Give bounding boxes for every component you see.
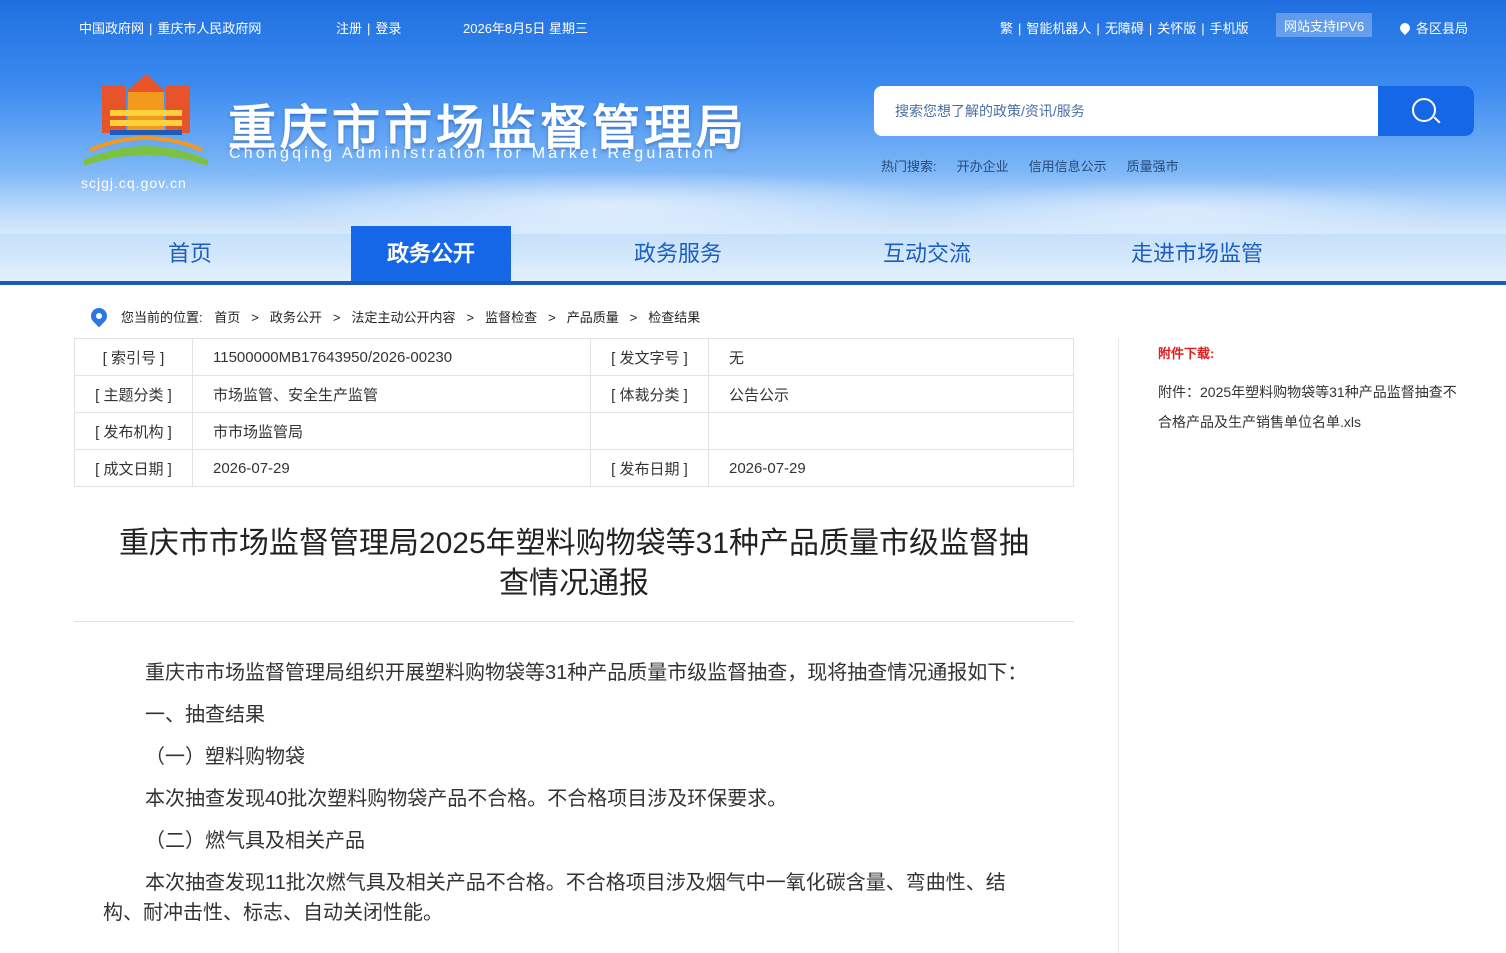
accessibility-link[interactable]: 无障碍 [1105,21,1144,36]
breadcrumb-label: 您当前的位置: [121,310,203,325]
breadcrumb-item[interactable]: 产品质量 [567,310,619,325]
site-url: scjgj.cq.gov.cn [81,175,187,191]
hot-search-item[interactable]: 质量强市 [1127,159,1179,174]
article-body: 重庆市市场监督管理局组织开展塑料购物袋等31种产品质量市级监督抽查，现将抽查情况… [103,658,1043,940]
meta-value: 2026-07-29 [708,449,1074,487]
table-row: [ 主题分类 ] 市场监管、安全生产监管 [ 体裁分类 ] 公告公示 [74,375,1074,413]
hot-searches: 热门搜索: 开办企业 信用信息公示 质量强市 [881,156,1199,175]
document-metadata-table: [ 索引号 ] 11500000MB17643950/2026-00230 [ … [74,338,1074,487]
district-bureaus-link[interactable]: 各区县局 [1397,18,1469,37]
meta-value: 市市场监管局 [192,412,591,450]
title-divider [74,621,1074,622]
subsection-heading: （二）燃气具及相关产品 [145,830,365,852]
breadcrumb-item[interactable]: 法定主动公开内容 [351,310,455,325]
section-heading: 一、抽查结果 [145,704,265,726]
table-row: [ 发布机构 ] 市市场监管局 [74,412,1074,450]
gov-cn-link[interactable]: 中国政府网 [79,21,144,36]
article-paragraph: 重庆市市场监督管理局组织开展塑料购物袋等31种产品质量市级监督抽查，现将抽查情况… [145,662,1028,684]
attachment-download-link[interactable]: 附件：2025年塑料购物袋等31种产品监督抽查不合格产品及生产销售单位名单.xl… [1158,377,1468,437]
meta-value: 公告公示 [708,375,1074,413]
nav-about-regulation[interactable]: 走进市场监管 [1115,226,1279,282]
top-utility-bar: 中国政府网 | 重庆市人民政府网 注册 | 登录 2026年8月5日 星期三 繁 | 智能机… [0,13,1506,38]
article-title-line: 重庆市市场监督管理局2025年塑料购物袋等31种产品质量市级监督抽 [118,527,1030,560]
article-paragraph: 本次抽查发现11批次燃气具及相关产品不合格。不合格项目涉及烟气中一氧化碳含量、弯… [103,872,1006,924]
meta-value: 2026-07-29 [192,449,591,487]
bureau-logo-icon[interactable] [80,70,212,180]
auth-links: 注册 | 登录 [336,21,402,36]
meta-value: 市场监管、安全生产监管 [192,375,591,413]
accessibility-links: 繁 | 智能机器人 | 无障碍 | 关怀版 | 手机版 [1000,21,1249,36]
breadcrumb-item[interactable]: 检查结果 [648,310,700,325]
breadcrumb-item[interactable]: 监督检查 [485,310,537,325]
ipv6-badge: 网站支持IPV6 [1276,13,1373,37]
meta-key: [ 成文日期 ] [74,449,193,487]
table-row: [ 成文日期 ] 2026-07-29 [ 发布日期 ] 2026-07-29 [74,449,1074,487]
table-row: [ 索引号 ] 11500000MB17643950/2026-00230 [ … [74,338,1074,376]
current-date: 2026年8月5日 星期三 [463,21,588,36]
meta-value: 11500000MB17643950/2026-00230 [192,338,591,376]
login-link[interactable]: 登录 [375,21,401,36]
article-title-line: 查情况通报 [499,567,649,600]
meta-key: [ 主题分类 ] [74,375,193,413]
search-button[interactable] [1378,86,1474,136]
meta-key: [ 发布日期 ] [590,449,709,487]
external-links: 中国政府网 | 重庆市人民政府网 [79,21,262,36]
search-box [874,86,1474,136]
nav-divider [0,281,1506,285]
hot-search-item[interactable]: 信用信息公示 [1029,159,1107,174]
hot-search-item[interactable]: 开办企业 [957,159,1009,174]
search-input[interactable] [874,86,1378,136]
meta-key: [ 体裁分类 ] [590,375,709,413]
attachment-heading: 附件下载: [1158,346,1215,361]
traditional-chinese-link[interactable]: 繁 [1000,21,1013,36]
breadcrumb: 您当前的位置: 首页 > 政务公开 > 法定主动公开内容 > 监督检查 > 产品质量 > 检查结果 [87,304,700,328]
meta-key-empty [590,412,709,450]
mobile-version-link[interactable]: 手机版 [1210,21,1249,36]
district-bureaus-label: 各区县局 [1416,21,1469,36]
article-title: 重庆市市场监督管理局2025年塑料购物袋等31种产品质量市级监督抽 查情况通报 [74,524,1074,604]
location-pin-icon [1397,20,1413,36]
meta-value-empty [708,412,1074,450]
site-subtitle: Chongqing Administration for Market Regu… [229,145,716,162]
smart-robot-link[interactable]: 智能机器人 [1026,21,1091,36]
meta-key: [ 索引号 ] [74,338,193,376]
nav-government-affairs-open[interactable]: 政务公开 [351,226,511,282]
meta-key: [ 发文字号 ] [590,338,709,376]
hot-search-label: 热门搜索: [881,159,937,174]
header-mountain-decoration [0,174,1506,234]
care-mode-link[interactable]: 关怀版 [1157,21,1196,36]
nav-home[interactable]: 首页 [130,226,250,282]
location-icon [87,304,111,328]
cq-gov-link[interactable]: 重庆市人民政府网 [157,21,261,36]
sidebar-divider [1118,338,1119,953]
breadcrumb-item[interactable]: 政务公开 [270,310,322,325]
meta-key: [ 发布机构 ] [74,412,193,450]
register-link[interactable]: 注册 [336,21,362,36]
nav-government-services[interactable]: 政务服务 [608,226,748,282]
article-paragraph: 本次抽查发现40批次塑料购物袋产品不合格。不合格项目涉及环保要求。 [145,788,788,810]
site-header: 中国政府网 | 重庆市人民政府网 注册 | 登录 2026年8月5日 星期三 繁 | 智能机… [0,0,1506,282]
nav-interaction[interactable]: 互动交流 [857,226,997,282]
meta-value: 无 [708,338,1074,376]
main-nav: 首页 政务公开 政务服务 互动交流 走进市场监管 [0,226,1506,282]
subsection-heading: （一）塑料购物袋 [145,746,305,768]
breadcrumb-item[interactable]: 首页 [214,310,240,325]
search-icon [1412,98,1436,122]
